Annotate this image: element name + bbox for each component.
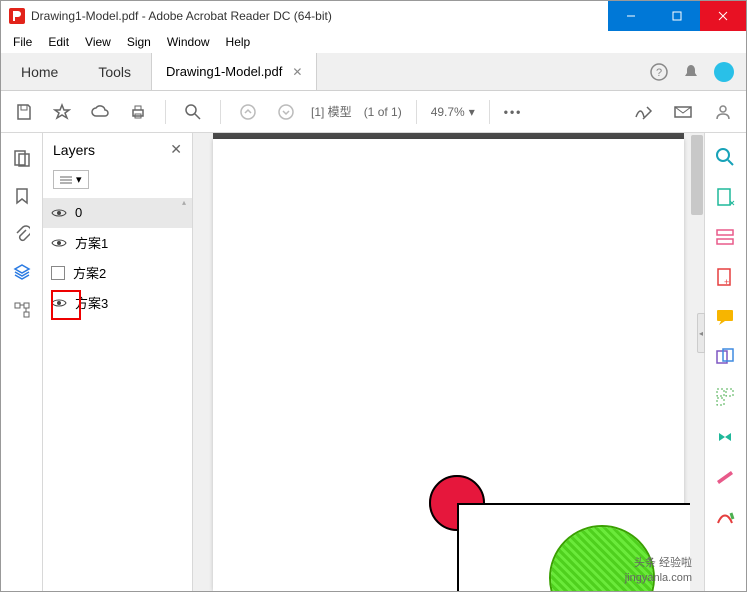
tree-icon[interactable]: [11, 299, 33, 321]
right-tools-rail: ◂ +: [704, 133, 746, 591]
tab-close-icon[interactable]: ✕: [292, 65, 302, 79]
left-rail: [1, 133, 43, 591]
sign-tool-icon[interactable]: [630, 99, 656, 125]
help-icon[interactable]: ?: [650, 63, 668, 81]
layer-row[interactable]: 方案2: [43, 258, 192, 288]
menu-file[interactable]: File: [5, 33, 40, 51]
toolbar: [1] 模型 (1 of 1) 49.7% ▾ •••: [1, 91, 746, 133]
tab-home[interactable]: Home: [1, 53, 78, 90]
page-up-icon[interactable]: [235, 99, 261, 125]
tabbar: Home Tools Drawing1-Model.pdf ✕ ?: [1, 53, 746, 91]
combine-icon[interactable]: [715, 347, 737, 369]
thumbnails-icon[interactable]: [11, 147, 33, 169]
vertical-scrollbar[interactable]: [690, 133, 704, 591]
svg-text:+: +: [724, 277, 729, 287]
window-titlebar: Drawing1-Model.pdf - Adobe Acrobat Reade…: [1, 1, 746, 31]
chevron-down-icon: ▾: [469, 105, 475, 119]
redact-icon[interactable]: [715, 467, 737, 489]
layers-icon[interactable]: [11, 261, 33, 283]
svg-text:?: ?: [656, 67, 662, 79]
cloud-icon[interactable]: [87, 99, 113, 125]
menubar: File Edit View Sign Window Help: [1, 31, 746, 53]
watermark-line1: 头条 经验啦: [625, 556, 692, 570]
page-count: (1 of 1): [364, 105, 402, 119]
page-down-icon[interactable]: [273, 99, 299, 125]
layer-name: 方案2: [73, 263, 184, 282]
zoom-dropdown[interactable]: 49.7% ▾: [431, 105, 475, 119]
layer-row[interactable]: 0: [43, 198, 192, 228]
visibility-icon[interactable]: [51, 207, 67, 219]
layer-name: 方案1: [75, 233, 184, 252]
zoom-value: 49.7%: [431, 105, 465, 119]
attachment-icon[interactable]: [11, 223, 33, 245]
print-icon[interactable]: [125, 99, 151, 125]
search-icon[interactable]: [180, 99, 206, 125]
window-title: Drawing1-Model.pdf - Adobe Acrobat Reade…: [31, 9, 608, 23]
edit-pdf-icon[interactable]: [715, 227, 737, 249]
star-icon[interactable]: [49, 99, 75, 125]
more-icon[interactable]: •••: [504, 105, 523, 119]
menu-window[interactable]: Window: [159, 33, 218, 51]
layer-row[interactable]: 方案3: [43, 288, 192, 318]
search-tool-icon[interactable]: [715, 147, 737, 169]
comment-icon[interactable]: [715, 307, 737, 329]
tab-document-label: Drawing1-Model.pdf: [166, 64, 282, 79]
layers-options-button[interactable]: ▾: [53, 170, 89, 189]
avatar[interactable]: [714, 62, 734, 82]
tab-document[interactable]: Drawing1-Model.pdf ✕: [151, 53, 317, 90]
watermark-line2: jingyanla.com: [625, 571, 692, 585]
visibility-off-icon[interactable]: [51, 266, 65, 280]
layer-name: 方案3: [75, 293, 184, 312]
organize-icon[interactable]: [715, 387, 737, 409]
bell-icon[interactable]: [682, 63, 700, 81]
layers-close-icon[interactable]: ✕: [170, 141, 182, 158]
envelope-icon[interactable]: [670, 99, 696, 125]
document-canvas[interactable]: [193, 133, 704, 591]
scroll-up-icon[interactable]: ▴: [182, 198, 192, 208]
save-icon[interactable]: [11, 99, 37, 125]
scrollbar-thumb[interactable]: [691, 135, 703, 215]
chevron-down-icon: ▾: [76, 173, 82, 186]
menu-edit[interactable]: Edit: [40, 33, 77, 51]
bookmark-icon[interactable]: [11, 185, 33, 207]
layer-row[interactable]: 方案1: [43, 228, 192, 258]
close-button[interactable]: [700, 1, 746, 31]
menu-sign[interactable]: Sign: [119, 33, 159, 51]
visibility-icon[interactable]: [51, 237, 67, 249]
layers-title: Layers: [53, 142, 95, 158]
page-label[interactable]: [1] 模型: [311, 103, 352, 120]
layer-list: 0 方案1 方案2 方案3 ▴: [43, 198, 192, 592]
menu-help[interactable]: Help: [218, 33, 259, 51]
app-icon: [9, 8, 25, 24]
collapse-rail-icon[interactable]: ◂: [697, 313, 705, 353]
watermark: 头条 经验啦 jingyanla.com: [625, 556, 692, 585]
create-pdf-icon[interactable]: +: [715, 267, 737, 289]
minimize-button[interactable]: [608, 1, 654, 31]
menu-view[interactable]: View: [77, 33, 119, 51]
visibility-icon[interactable]: [51, 297, 67, 309]
export-pdf-icon[interactable]: [715, 187, 737, 209]
tab-tools[interactable]: Tools: [78, 53, 151, 90]
maximize-button[interactable]: [654, 1, 700, 31]
compress-icon[interactable]: [715, 427, 737, 449]
person-icon[interactable]: [710, 99, 736, 125]
layers-panel: Layers ✕ ▾ 0 方案1 方案2 方案3: [43, 133, 193, 591]
protect-icon[interactable]: [715, 507, 737, 529]
layer-name: 0: [75, 205, 184, 220]
